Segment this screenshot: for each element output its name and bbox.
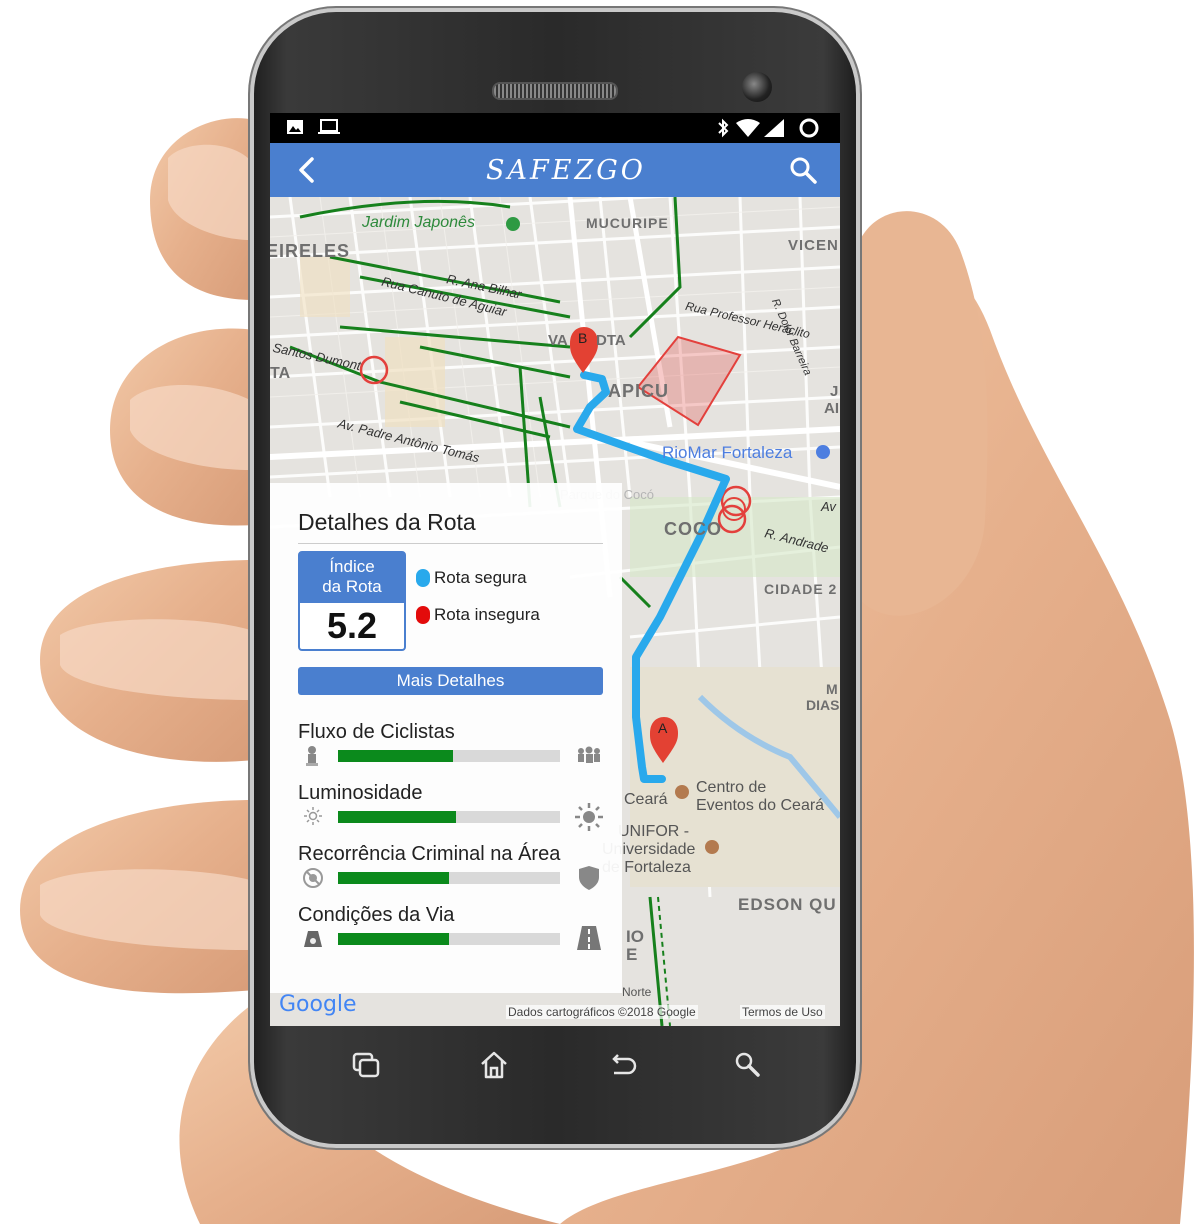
dim-sun-icon [304, 807, 322, 825]
search-nav-icon[interactable] [728, 1045, 768, 1085]
map-label: Centro de [696, 779, 767, 796]
map-label: Eventos do Ceará [696, 797, 825, 814]
event-venue-icon [675, 785, 689, 799]
map-label: Ceará [624, 791, 668, 808]
bluetooth-icon [718, 118, 729, 138]
map-label: CIDADE 2 [764, 581, 838, 597]
panel-title: Detalhes da Rota [298, 509, 476, 535]
university-icon [705, 840, 719, 854]
app-logo: SAFEZGO [486, 155, 646, 186]
more-details-label: Mais Detalhes [396, 671, 505, 690]
shopping-icon [816, 445, 830, 459]
marker-a-label: A [658, 720, 668, 736]
map-label: EIRELES [270, 241, 351, 261]
status-bar [270, 113, 840, 143]
phone-screen: SAFEZGO Jardim Japonês MUCURIPE EIRELES … [270, 113, 840, 1026]
route-index-value: 5.2 [326, 605, 378, 646]
map-label: UNIFOR - [618, 823, 690, 840]
map-label: Jardim Japonês [362, 214, 475, 231]
route-details-panel: Detalhes da Rota Índice da Rota 5.2 Rota… [270, 483, 622, 993]
legend-safe: Rota segura [434, 568, 527, 587]
route-index-label-2: da Rota [322, 577, 382, 596]
shield-icon [579, 866, 599, 890]
metric-bar-fill [338, 872, 449, 884]
more-details-button[interactable]: Mais Detalhes [298, 667, 603, 695]
map-label: COCO [664, 519, 722, 539]
battery-icon [799, 118, 819, 138]
map-label: EDSON QU [738, 895, 837, 914]
recent-apps-icon[interactable] [346, 1045, 386, 1085]
metric-bar-track [338, 750, 560, 762]
metric-bar-fill [338, 750, 454, 762]
map-label: M [826, 681, 838, 697]
map-label: IO [626, 927, 644, 946]
map-label: Norte [622, 985, 652, 999]
metric-bar-track [338, 811, 560, 823]
map-label: VA [548, 332, 568, 349]
title-divider [298, 543, 603, 544]
app-bar: SAFEZGO [270, 143, 840, 197]
map-label: E [626, 945, 638, 964]
cast-notification-icon [318, 119, 340, 134]
wifi-icon [736, 119, 760, 137]
map-label: DIAS [806, 697, 840, 713]
route-index-card: Índice da Rota 5.2 [298, 551, 406, 651]
map-label: Av [821, 499, 836, 514]
legend-unsafe: Rota insegura [434, 605, 540, 624]
map-label: DTA [596, 332, 626, 349]
map-label: TA [270, 365, 291, 382]
rough-road-icon [304, 931, 322, 947]
marker-b-label: B [578, 330, 588, 346]
back-nav-icon[interactable] [602, 1045, 642, 1085]
metric-bar-fill [338, 933, 449, 945]
park-icon [506, 217, 520, 231]
terms-link[interactable]: Termos de Uso [740, 1005, 825, 1019]
search-icon[interactable] [788, 155, 818, 185]
metric-label: Condições da Via [298, 904, 455, 926]
map-label: AI [824, 400, 839, 417]
phone-speaker [492, 82, 618, 100]
map-label: APICU [608, 381, 670, 401]
home-icon[interactable] [474, 1045, 514, 1085]
safe-route-dot [416, 569, 430, 587]
metric-label: Luminosidade [298, 782, 423, 804]
unsafe-route-dot [416, 606, 430, 624]
metric-label: Fluxo de Ciclistas [298, 721, 455, 743]
good-road-icon [577, 926, 601, 950]
phone-camera [742, 72, 772, 102]
map-label: J [830, 383, 839, 400]
map-attribution: Dados cartográficos ©2018 Google [506, 1005, 698, 1019]
single-person-icon [306, 746, 318, 766]
google-logo: Google [279, 992, 357, 1017]
back-icon[interactable] [296, 156, 316, 184]
metric-bar-track [338, 872, 560, 884]
metric-bar-fill [338, 811, 456, 823]
metric-label: Recorrência Criminal na Área [298, 843, 561, 865]
map-label: RioMar Fortaleza [662, 443, 793, 462]
map-label: MUCURIPE [586, 215, 669, 231]
signal-icon [764, 119, 784, 137]
image-notification-icon [287, 120, 303, 134]
metric-bar-track [338, 933, 560, 945]
crowd-icon [578, 746, 600, 763]
route-index-label-1: Índice [329, 557, 375, 576]
no-crime-icon [303, 868, 323, 888]
bright-sun-icon [575, 803, 603, 831]
map-label: VICEN [788, 237, 839, 254]
